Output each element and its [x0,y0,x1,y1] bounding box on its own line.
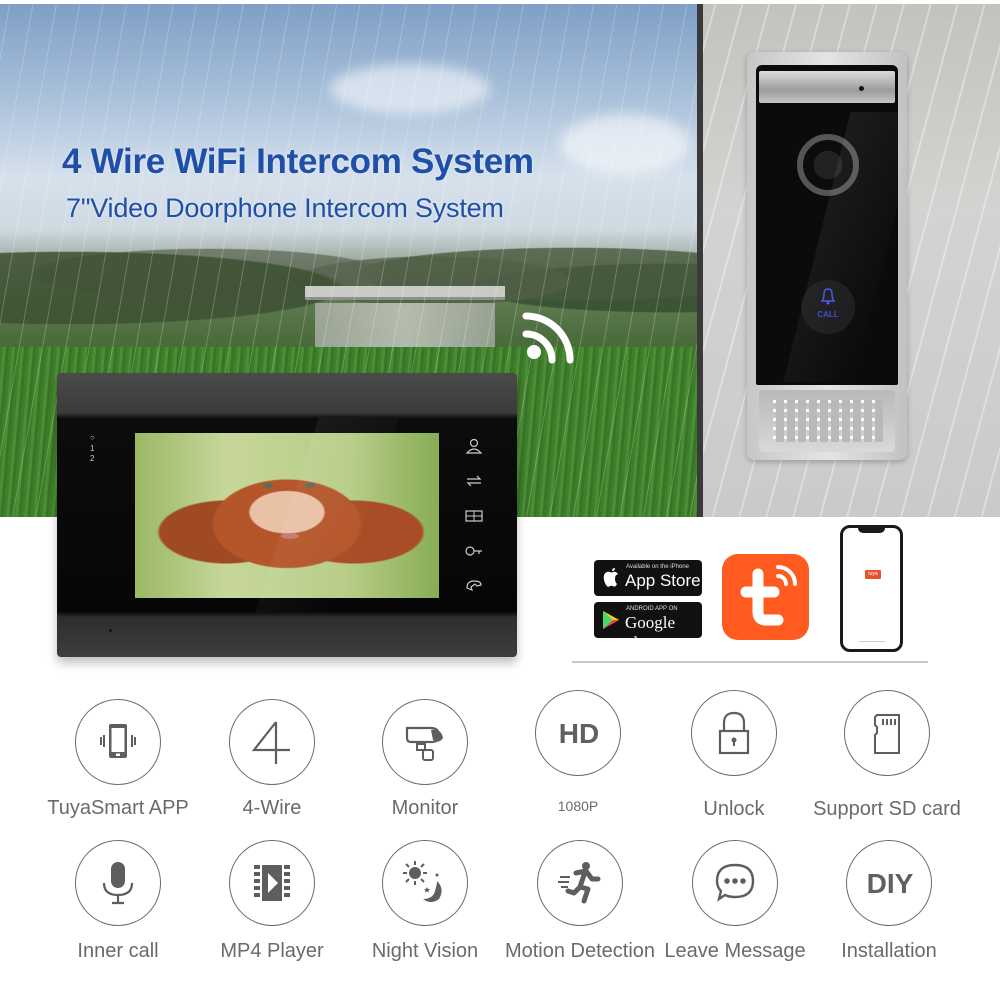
phone-mockup: tuya [840,525,903,652]
headline-title: 4 Wire WiFi Intercom System [62,142,534,181]
chat-bubble-icon [715,863,755,902]
google-play-text: Google play [625,613,676,652]
outdoor-door-station: CALL [747,52,921,460]
led-label-2: 2 [90,454,95,463]
padlock-icon [718,711,750,755]
feature-label: TuyaSmart APP [47,797,189,819]
hd-icon: HD [535,690,621,776]
light-sensor [859,86,864,91]
home-indicator [859,641,885,642]
speaker-grille [759,390,895,452]
google-play-icon [603,611,619,629]
hd-glyph: HD [558,718,600,749]
vibrating-phone-icon [100,724,136,758]
user-icon [465,438,483,454]
cctv-camera-icon [405,726,443,761]
monitor-talk-button[interactable] [464,578,484,594]
key-unlock-icon [465,546,482,556]
feature-label: Support SD card [813,798,961,820]
feature-label: Installation [841,940,937,962]
feature-label: Motion Detection [504,940,656,962]
feature-label: Monitor [391,797,459,819]
phone-notch [858,527,885,533]
monitor-gate-button[interactable] [464,508,484,524]
film-play-icon [254,865,290,901]
monitor-user-button[interactable] [464,438,484,454]
feature-label: Inner call [77,940,159,962]
feature-label: 4-Wire [242,797,302,819]
feature-label: 1080P [557,798,599,814]
google-play-badge[interactable]: ANDROID APP ON Google play [594,602,702,652]
headline-subtitle: 7"Video Doorphone Intercom System [66,193,504,223]
app-store-badge[interactable]: Available on the iPhone App Store [594,560,702,596]
tuya-app-logo: tuya [865,570,881,579]
call-label: CALL [817,310,839,319]
app-store-small-text: Available on the iPhone [626,564,689,570]
gate-icon [465,510,483,522]
indoor-monitor: ○ 1 2 [57,373,517,657]
monitor-transfer-button[interactable] [464,473,484,489]
diy-glyph: DIY [866,868,914,899]
sd-card-icon [874,714,900,754]
handset-icon [466,580,482,592]
monitor-unlock-button[interactable] [464,543,484,559]
bell-icon [820,288,836,305]
transfer-icon [466,475,482,487]
google-play-small-text: ANDROID APP ON [626,606,678,612]
diy-icon: DIY [846,840,932,926]
feature-label: Night Vision [371,940,479,962]
number-four-icon [251,721,290,764]
apple-icon [603,568,618,587]
tuya-logo-icon[interactable] [722,554,809,640]
power-led-icon: ○ [90,433,95,442]
microphone-hole [109,629,112,632]
feature-label: MP4 Player [220,940,324,962]
led-label-1: 1 [90,444,95,453]
sun-moon-icon [403,861,442,902]
call-button[interactable]: CALL [801,280,855,334]
running-person-icon [558,862,601,904]
divider [572,661,928,663]
app-store-text: App Store [625,571,701,590]
face-eye [263,483,273,488]
feature-label: Unlock [703,798,765,820]
microphone-icon [102,862,134,905]
wifi-icon [522,312,574,364]
feature-label: Leave Message [664,940,806,962]
door-station-top-bar [759,71,895,103]
